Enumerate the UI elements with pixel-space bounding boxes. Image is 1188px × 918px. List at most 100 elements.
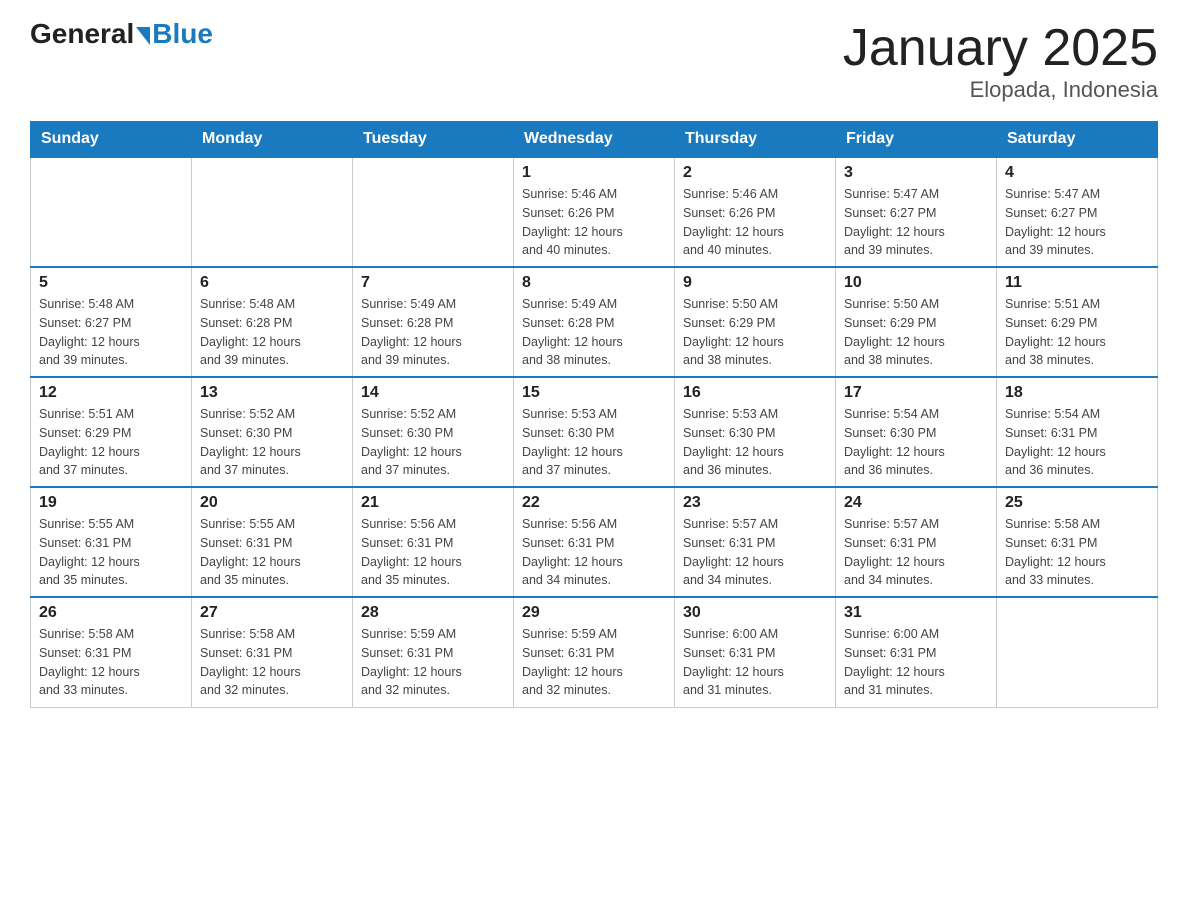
day-info: Sunrise: 5:48 AM Sunset: 6:27 PM Dayligh…: [39, 295, 183, 370]
calendar-cell: 5 Sunrise: 5:48 AM Sunset: 6:27 PM Daylig…: [31, 267, 192, 377]
calendar-cell: [997, 597, 1158, 707]
calendar-cell: 21 Sunrise: 5:56 AM Sunset: 6:31 PM Dayli…: [353, 487, 514, 597]
day-info: Sunrise: 5:52 AM Sunset: 6:30 PM Dayligh…: [200, 405, 344, 480]
day-info: Sunrise: 5:51 AM Sunset: 6:29 PM Dayligh…: [1005, 295, 1149, 370]
day-info: Sunrise: 5:46 AM Sunset: 6:26 PM Dayligh…: [522, 185, 666, 260]
day-info: Sunrise: 5:53 AM Sunset: 6:30 PM Dayligh…: [522, 405, 666, 480]
day-number: 7: [361, 274, 505, 292]
calendar-cell: 19Sunrise: 5:55 AM Sunset: 6:31 PM Dayli…: [31, 487, 192, 597]
calendar-cell: 16 Sunrise: 5:53 AM Sunset: 6:30 PM Dayli…: [675, 377, 836, 487]
day-info: Sunrise: 5:58 AM Sunset: 6:31 PM Dayligh…: [39, 625, 183, 700]
calendar-week-row: 26 Sunrise: 5:58 AM Sunset: 6:31 PM Dayli…: [31, 597, 1158, 707]
calendar-cell: 27 Sunrise: 5:58 AM Sunset: 6:31 PM Dayli…: [192, 597, 353, 707]
day-info: Sunrise: 5:58 AM Sunset: 6:31 PM Dayligh…: [200, 625, 344, 700]
col-header-tuesday: Tuesday: [353, 122, 514, 158]
day-number: 1: [522, 164, 666, 182]
day-info: Sunrise: 5:51 AM Sunset: 6:29 PM Dayligh…: [39, 405, 183, 480]
calendar-cell: 29Sunrise: 5:59 AM Sunset: 6:31 PM Dayli…: [514, 597, 675, 707]
day-info: Sunrise: 5:50 AM Sunset: 6:29 PM Dayligh…: [844, 295, 988, 370]
day-number: 10: [844, 274, 988, 292]
calendar-cell: 17Sunrise: 5:54 AM Sunset: 6:30 PM Dayli…: [836, 377, 997, 487]
day-info: Sunrise: 5:47 AM Sunset: 6:27 PM Dayligh…: [844, 185, 988, 260]
calendar-header-row: SundayMondayTuesdayWednesdayThursdayFrid…: [31, 122, 1158, 158]
col-header-wednesday: Wednesday: [514, 122, 675, 158]
calendar-cell: 10 Sunrise: 5:50 AM Sunset: 6:29 PM Dayli…: [836, 267, 997, 377]
page-header: General Blue January 2025 Elopada, Indon…: [30, 20, 1158, 103]
day-info: Sunrise: 5:56 AM Sunset: 6:31 PM Dayligh…: [361, 515, 505, 590]
calendar-week-row: 19Sunrise: 5:55 AM Sunset: 6:31 PM Dayli…: [31, 487, 1158, 597]
calendar-cell: 14Sunrise: 5:52 AM Sunset: 6:30 PM Dayli…: [353, 377, 514, 487]
calendar-cell: 2 Sunrise: 5:46 AM Sunset: 6:26 PM Daylig…: [675, 157, 836, 267]
day-number: 8: [522, 274, 666, 292]
title-block: January 2025 Elopada, Indonesia: [843, 20, 1158, 103]
day-number: 5: [39, 274, 183, 292]
calendar-cell: 31Sunrise: 6:00 AM Sunset: 6:31 PM Dayli…: [836, 597, 997, 707]
day-number: 23: [683, 494, 827, 512]
col-header-friday: Friday: [836, 122, 997, 158]
calendar-cell: 11 Sunrise: 5:51 AM Sunset: 6:29 PM Dayli…: [997, 267, 1158, 377]
day-number: 16: [683, 384, 827, 402]
day-info: Sunrise: 5:57 AM Sunset: 6:31 PM Dayligh…: [683, 515, 827, 590]
day-number: 2: [683, 164, 827, 182]
day-info: Sunrise: 5:48 AM Sunset: 6:28 PM Dayligh…: [200, 295, 344, 370]
day-number: 26: [39, 604, 183, 622]
day-number: 20: [200, 494, 344, 512]
calendar-cell: 30Sunrise: 6:00 AM Sunset: 6:31 PM Dayli…: [675, 597, 836, 707]
calendar-cell: 22Sunrise: 5:56 AM Sunset: 6:31 PM Dayli…: [514, 487, 675, 597]
day-info: Sunrise: 5:49 AM Sunset: 6:28 PM Dayligh…: [522, 295, 666, 370]
calendar-cell: 13Sunrise: 5:52 AM Sunset: 6:30 PM Dayli…: [192, 377, 353, 487]
day-info: Sunrise: 5:58 AM Sunset: 6:31 PM Dayligh…: [1005, 515, 1149, 590]
day-number: 15: [522, 384, 666, 402]
calendar-table: SundayMondayTuesdayWednesdayThursdayFrid…: [30, 121, 1158, 708]
day-number: 6: [200, 274, 344, 292]
calendar-cell: 8 Sunrise: 5:49 AM Sunset: 6:28 PM Daylig…: [514, 267, 675, 377]
calendar-cell: 18Sunrise: 5:54 AM Sunset: 6:31 PM Dayli…: [997, 377, 1158, 487]
day-info: Sunrise: 5:57 AM Sunset: 6:31 PM Dayligh…: [844, 515, 988, 590]
calendar-subtitle: Elopada, Indonesia: [843, 77, 1158, 103]
day-number: 9: [683, 274, 827, 292]
day-number: 11: [1005, 274, 1149, 292]
calendar-cell: 24 Sunrise: 5:57 AM Sunset: 6:31 PM Dayli…: [836, 487, 997, 597]
day-info: Sunrise: 5:52 AM Sunset: 6:30 PM Dayligh…: [361, 405, 505, 480]
calendar-cell: 7 Sunrise: 5:49 AM Sunset: 6:28 PM Daylig…: [353, 267, 514, 377]
calendar-cell: 15 Sunrise: 5:53 AM Sunset: 6:30 PM Dayli…: [514, 377, 675, 487]
day-info: Sunrise: 5:59 AM Sunset: 6:31 PM Dayligh…: [361, 625, 505, 700]
calendar-cell: 3Sunrise: 5:47 AM Sunset: 6:27 PM Daylig…: [836, 157, 997, 267]
calendar-cell: 25 Sunrise: 5:58 AM Sunset: 6:31 PM Dayli…: [997, 487, 1158, 597]
calendar-cell: 6 Sunrise: 5:48 AM Sunset: 6:28 PM Daylig…: [192, 267, 353, 377]
day-info: Sunrise: 6:00 AM Sunset: 6:31 PM Dayligh…: [683, 625, 827, 700]
col-header-thursday: Thursday: [675, 122, 836, 158]
day-number: 27: [200, 604, 344, 622]
calendar-cell: 28 Sunrise: 5:59 AM Sunset: 6:31 PM Dayli…: [353, 597, 514, 707]
day-info: Sunrise: 5:55 AM Sunset: 6:31 PM Dayligh…: [200, 515, 344, 590]
day-info: Sunrise: 6:00 AM Sunset: 6:31 PM Dayligh…: [844, 625, 988, 700]
calendar-cell: [31, 157, 192, 267]
calendar-cell: 1 Sunrise: 5:46 AM Sunset: 6:26 PM Daylig…: [514, 157, 675, 267]
col-header-sunday: Sunday: [31, 122, 192, 158]
calendar-week-row: 1 Sunrise: 5:46 AM Sunset: 6:26 PM Daylig…: [31, 157, 1158, 267]
calendar-cell: 26 Sunrise: 5:58 AM Sunset: 6:31 PM Dayli…: [31, 597, 192, 707]
col-header-monday: Monday: [192, 122, 353, 158]
calendar-cell: 23 Sunrise: 5:57 AM Sunset: 6:31 PM Dayli…: [675, 487, 836, 597]
calendar-cell: 12Sunrise: 5:51 AM Sunset: 6:29 PM Dayli…: [31, 377, 192, 487]
day-number: 4: [1005, 164, 1149, 182]
day-number: 25: [1005, 494, 1149, 512]
day-number: 22: [522, 494, 666, 512]
col-header-saturday: Saturday: [997, 122, 1158, 158]
day-info: Sunrise: 5:47 AM Sunset: 6:27 PM Dayligh…: [1005, 185, 1149, 260]
day-info: Sunrise: 5:53 AM Sunset: 6:30 PM Dayligh…: [683, 405, 827, 480]
logo: General Blue: [30, 20, 213, 48]
day-info: Sunrise: 5:49 AM Sunset: 6:28 PM Dayligh…: [361, 295, 505, 370]
day-info: Sunrise: 5:50 AM Sunset: 6:29 PM Dayligh…: [683, 295, 827, 370]
logo-general-text: General: [30, 20, 134, 48]
logo-arrow-icon: [136, 27, 150, 45]
day-info: Sunrise: 5:46 AM Sunset: 6:26 PM Dayligh…: [683, 185, 827, 260]
day-number: 18: [1005, 384, 1149, 402]
calendar-cell: 4 Sunrise: 5:47 AM Sunset: 6:27 PM Daylig…: [997, 157, 1158, 267]
day-number: 24: [844, 494, 988, 512]
day-number: 21: [361, 494, 505, 512]
day-number: 29: [522, 604, 666, 622]
calendar-title: January 2025: [843, 20, 1158, 77]
day-number: 28: [361, 604, 505, 622]
calendar-week-row: 12Sunrise: 5:51 AM Sunset: 6:29 PM Dayli…: [31, 377, 1158, 487]
